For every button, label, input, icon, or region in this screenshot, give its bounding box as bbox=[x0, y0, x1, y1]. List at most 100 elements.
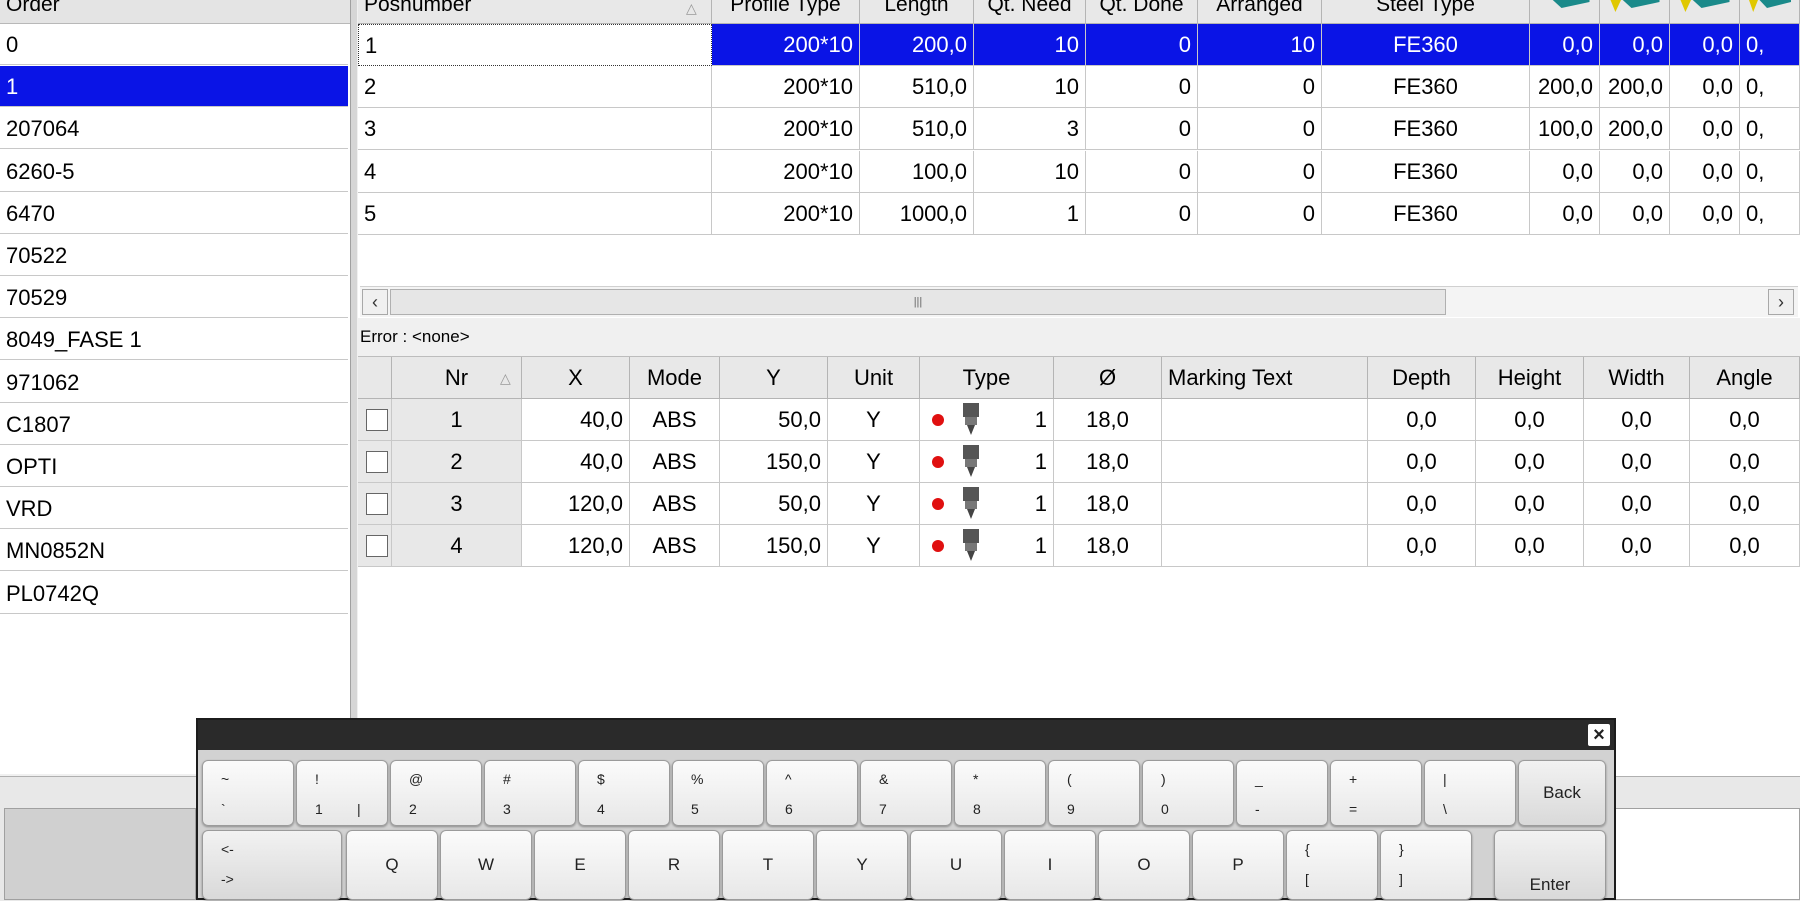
table-row[interactable]: 1 200*10 200,0 10 0 10 FE360 0,0 0,0 0,0 0, bbox=[358, 24, 1800, 66]
cell-profile[interactable]: 200*10 bbox=[712, 24, 860, 66]
cell-length[interactable]: 100,0 bbox=[860, 150, 974, 193]
cell-v1[interactable]: 0,0 bbox=[1530, 24, 1600, 66]
order-list-item[interactable]: MN0852N bbox=[0, 530, 348, 572]
cell-steel[interactable]: FE360 bbox=[1322, 150, 1530, 193]
order-column-header[interactable]: Order bbox=[0, 0, 352, 24]
order-list-item[interactable]: PL0742Q bbox=[0, 572, 348, 614]
cell-profile[interactable]: 200*10 bbox=[712, 108, 860, 151]
key-sym13[interactable]: | \ bbox=[1424, 760, 1516, 826]
cell-v2[interactable]: 0,0 bbox=[1600, 24, 1670, 66]
cell-v4[interactable]: 0, bbox=[1740, 150, 1800, 193]
cell-depth[interactable]: 0,0 bbox=[1368, 483, 1476, 525]
column-header-profile-type[interactable]: Profile Type bbox=[712, 0, 860, 24]
cell-arranged[interactable]: 0 bbox=[1198, 150, 1322, 193]
column-header-y[interactable]: Y bbox=[720, 357, 828, 399]
cell-width[interactable]: 0,0 bbox=[1584, 525, 1690, 567]
cell-type[interactable]: 1 bbox=[920, 483, 1054, 525]
cell-v4[interactable]: 0, bbox=[1740, 192, 1800, 235]
profile-icon-header-1[interactable] bbox=[1530, 0, 1600, 24]
order-list-item[interactable]: 1 bbox=[0, 66, 348, 108]
key-3[interactable]: #3 bbox=[484, 760, 576, 826]
order-list-item[interactable]: 70529 bbox=[0, 277, 348, 319]
cell-need[interactable]: 1 bbox=[974, 192, 1086, 235]
table-row[interactable]: 3 200*10 510,0 3 0 0 FE360 100,0 200,0 0,0 0, bbox=[358, 108, 1800, 151]
cell-done[interactable]: 0 bbox=[1086, 24, 1198, 66]
key-7[interactable]: & 7 bbox=[860, 760, 952, 826]
cell-v1[interactable]: 100,0 bbox=[1530, 108, 1600, 151]
order-list-item[interactable]: 0 bbox=[0, 24, 348, 65]
row-select-cell[interactable] bbox=[358, 399, 392, 441]
cell-marking[interactable] bbox=[1162, 483, 1368, 525]
cell-x[interactable]: 120,0 bbox=[522, 483, 630, 525]
profile-icon-header-2[interactable] bbox=[1600, 0, 1670, 24]
cell-nr[interactable]: 2 bbox=[392, 441, 522, 483]
cell-nr[interactable]: 3 bbox=[392, 483, 522, 525]
cell-nr[interactable]: 4 bbox=[392, 525, 522, 567]
column-header-marking-text[interactable]: Marking Text bbox=[1162, 357, 1368, 399]
cell-arranged[interactable]: 0 bbox=[1198, 66, 1322, 109]
cell-width[interactable]: 0,0 bbox=[1584, 399, 1690, 441]
key-sym12[interactable]: + = bbox=[1330, 760, 1422, 826]
cell-steel[interactable]: FE360 bbox=[1322, 192, 1530, 235]
cell-type[interactable]: 1 bbox=[920, 525, 1054, 567]
cell-y[interactable]: 150,0 bbox=[720, 441, 828, 483]
key-r[interactable]: R bbox=[628, 830, 720, 900]
cell-dia[interactable]: 18,0 bbox=[1054, 525, 1162, 567]
cell-mode[interactable]: ABS bbox=[630, 483, 720, 525]
panel-splitter[interactable] bbox=[350, 0, 357, 774]
table-row[interactable]: 2 40,0 ABS 150,0 Y 1 18,0 0,0 0,0 0,0 0,0 bbox=[358, 441, 1800, 483]
cell-v2[interactable]: 200,0 bbox=[1600, 66, 1670, 109]
key-8[interactable]: * 8 bbox=[954, 760, 1046, 826]
key-i[interactable]: I bbox=[1004, 830, 1096, 900]
cell-length[interactable]: 200,0 bbox=[860, 24, 974, 66]
cell-posnumber[interactable]: 2 bbox=[358, 66, 712, 109]
order-list-item[interactable]: C1807 bbox=[0, 403, 348, 445]
cell-type[interactable]: 1 bbox=[920, 399, 1054, 441]
cell-v3[interactable]: 0,0 bbox=[1670, 192, 1740, 235]
column-header-height[interactable]: Height bbox=[1476, 357, 1584, 399]
key-p[interactable]: P bbox=[1192, 830, 1284, 900]
cell-height[interactable]: 0,0 bbox=[1476, 483, 1584, 525]
cell-need[interactable]: 3 bbox=[974, 108, 1086, 151]
cell-posnumber[interactable]: 1 bbox=[358, 24, 712, 66]
cell-posnumber[interactable]: 5 bbox=[358, 192, 712, 235]
cell-dia[interactable]: 18,0 bbox=[1054, 483, 1162, 525]
backspace-key[interactable]: Back bbox=[1518, 760, 1606, 826]
cell-depth[interactable]: 0,0 bbox=[1368, 441, 1476, 483]
key-t[interactable]: T bbox=[722, 830, 814, 900]
enter-key[interactable]: Enter bbox=[1494, 830, 1606, 900]
cell-need[interactable]: 10 bbox=[974, 66, 1086, 109]
row-checkbox[interactable] bbox=[366, 535, 388, 557]
cell-height[interactable]: 0,0 bbox=[1476, 525, 1584, 567]
cell-mode[interactable]: ABS bbox=[630, 525, 720, 567]
key-y[interactable]: Y bbox=[816, 830, 908, 900]
column-header-steel-type[interactable]: Steel Type bbox=[1322, 0, 1530, 24]
cell-angle[interactable]: 0,0 bbox=[1690, 441, 1800, 483]
key-u[interactable]: U bbox=[910, 830, 1002, 900]
table-row[interactable]: 4 200*10 100,0 10 0 0 FE360 0,0 0,0 0,0 0, bbox=[358, 150, 1800, 193]
column-header-angle[interactable]: Angle bbox=[1690, 357, 1800, 399]
cell-length[interactable]: 510,0 bbox=[860, 66, 974, 109]
cell-x[interactable]: 120,0 bbox=[522, 525, 630, 567]
order-list-item[interactable]: OPTI bbox=[0, 446, 348, 487]
cell-length[interactable]: 510,0 bbox=[860, 108, 974, 151]
table-row[interactable]: 4 120,0 ABS 150,0 Y 1 18,0 0,0 0,0 0,0 0,0 bbox=[358, 525, 1800, 567]
row-select-cell[interactable] bbox=[358, 441, 392, 483]
cell-v3[interactable]: 0,0 bbox=[1670, 108, 1740, 151]
table-row[interactable]: 1 40,0 ABS 50,0 Y 1 18,0 0,0 0,0 0,0 0,0 bbox=[358, 399, 1800, 441]
order-list-item[interactable]: 6470 bbox=[0, 192, 348, 234]
cell-nr[interactable]: 1 bbox=[392, 399, 522, 441]
cell-done[interactable]: 0 bbox=[1086, 66, 1198, 109]
cell-depth[interactable]: 0,0 bbox=[1368, 399, 1476, 441]
cell-y[interactable]: 150,0 bbox=[720, 525, 828, 567]
table-row[interactable]: 3 120,0 ABS 50,0 Y 1 18,0 0,0 0,0 0,0 0,0 bbox=[358, 483, 1800, 525]
cell-dia[interactable]: 18,0 bbox=[1054, 441, 1162, 483]
order-list-item[interactable]: VRD bbox=[0, 488, 348, 530]
column-header-depth[interactable]: Depth bbox=[1368, 357, 1476, 399]
row-select-cell[interactable] bbox=[358, 483, 392, 525]
cell-profile[interactable]: 200*10 bbox=[712, 192, 860, 235]
cell-profile[interactable]: 200*10 bbox=[712, 66, 860, 109]
scroll-left-button[interactable]: ‹ bbox=[362, 289, 388, 315]
key-1[interactable]: ! 1 | bbox=[296, 760, 388, 826]
cell-profile[interactable]: 200*10 bbox=[712, 150, 860, 193]
